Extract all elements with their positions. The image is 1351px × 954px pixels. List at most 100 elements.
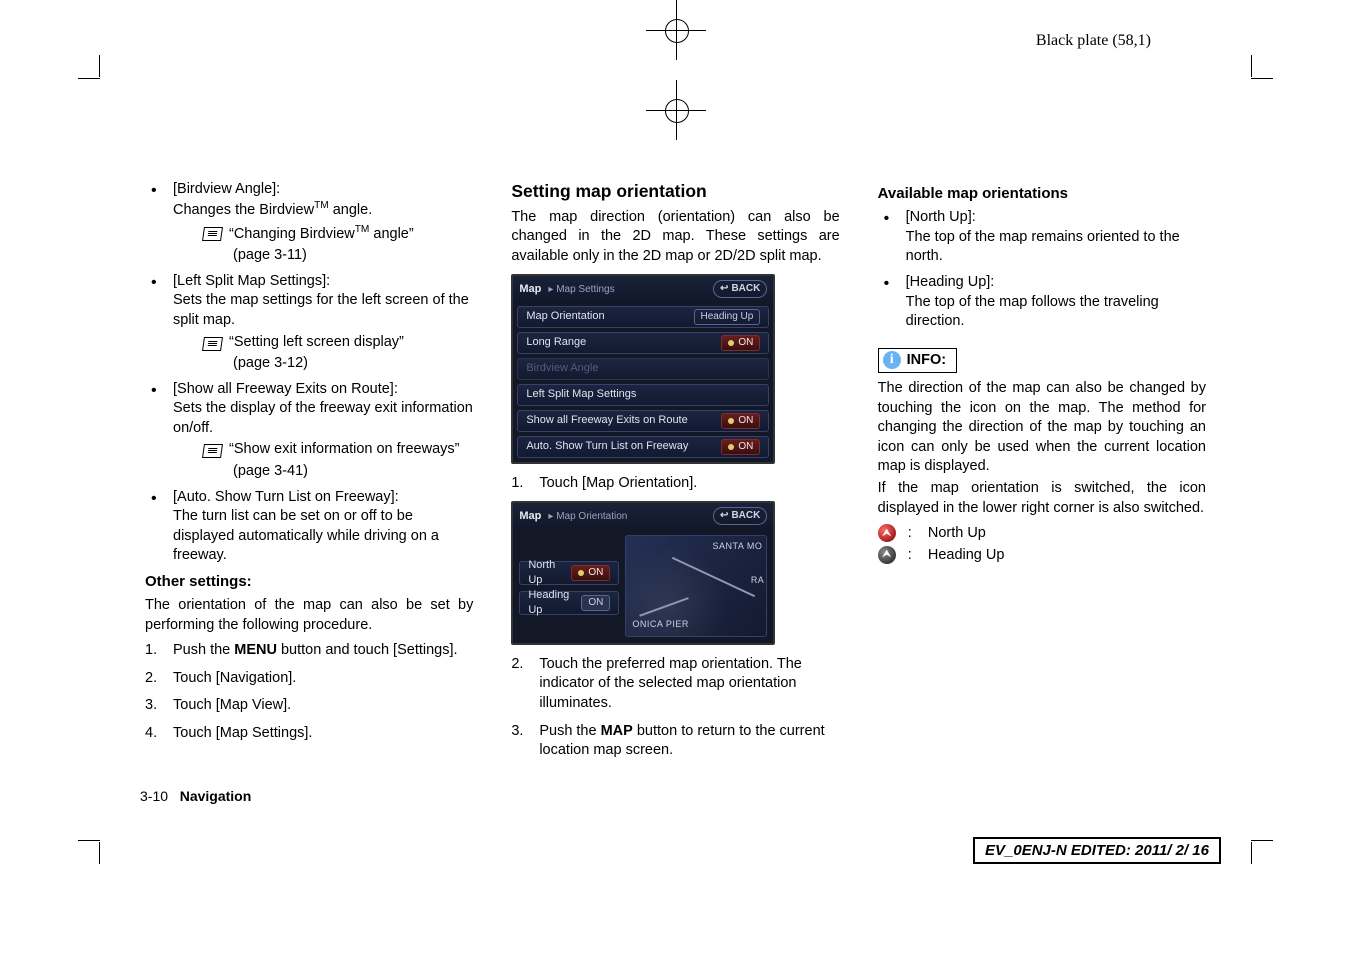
option-value: Heading Up [694,309,761,325]
column-right: Available map orientations [North Up]: T… [878,180,1206,779]
shot-title: Map [519,283,541,295]
item-title: [Left Split Map Settings]: [173,273,330,289]
heading-up-icon: ⮝ [878,546,896,564]
registration-mark-left [20,447,80,507]
step-text: Touch [Map Orientation]. [539,475,697,491]
step-text: Push the MENU button and touch [Settings… [173,642,458,658]
option-label: Auto. Show Turn List on Freeway [526,439,688,454]
option-value: ON [721,439,760,455]
list-item: [Auto. Show Turn List on Freeway]: The t… [145,488,473,566]
option-heading-up[interactable]: Heading Up ON [519,591,619,615]
list-item: [Birdview Angle]: Changes the BirdviewTM… [145,180,473,266]
item-title: [North Up]: [906,209,976,225]
reference-text: “Show exit information on freeways” [229,440,460,460]
shot-title: Map [519,510,541,522]
option-row-turn-list[interactable]: Auto. Show Turn List on Freeway ON [517,436,769,458]
shot-breadcrumb: ▸ Map Settings [548,284,614,295]
back-button[interactable]: ↩ BACK [713,280,767,298]
step-number: 2. [511,655,523,675]
orientation-icon-row: ⮝ : North Up [878,524,1206,544]
item-desc: The top of the map follows the traveling… [906,294,1159,330]
info-icon: i [883,351,901,369]
screenshot-map-orientation: Map ▸ Map Orientation ↩ BACK North Up ON… [511,501,775,645]
map-preview: SANTA MO ONICA PIER RA [625,535,767,637]
list-item: [Show all Freeway Exits on Route]: Sets … [145,380,473,482]
reference-icon [201,225,223,239]
info-callout: i INFO: [878,348,957,374]
option-row-birdview-angle: Birdview Angle [517,358,769,380]
option-label: Birdview Angle [526,361,598,376]
reference-page: (page 3-41) [173,462,473,482]
section-intro: The map direction (orientation) can also… [511,208,839,267]
option-label: Long Range [526,335,586,350]
item-desc: Changes the BirdviewTM angle. [173,202,372,218]
option-value: ON [571,565,610,581]
reference-page: (page 3-12) [173,354,473,374]
registration-mark-right [1271,447,1331,507]
page-footer: 3-10 Navigation [140,788,251,804]
item-title: [Auto. Show Turn List on Freeway]: [173,489,399,505]
info-paragraph: If the map orientation is switched, the … [878,479,1206,518]
step-text: Touch [Map Settings]. [173,725,312,741]
footer-section: Navigation [180,788,252,804]
list-item: [Left Split Map Settings]: Sets the map … [145,272,473,374]
item-title: [Show all Freeway Exits on Route]: [173,381,398,397]
item-desc: Sets the display of the freeway exit inf… [173,400,473,436]
step-item: 4. Touch [Map Settings]. [145,724,473,744]
reference-text: “Changing BirdviewTM angle” [229,223,414,244]
reference-text: “Setting left screen display” [229,333,404,353]
option-north-up[interactable]: North Up ON [519,561,619,585]
screenshot-map-settings: Map ▸ Map Settings ↩ BACK Map Orientatio… [511,274,775,464]
other-settings-desc: The orientation of the map can also be s… [145,596,473,635]
registration-mark-top [646,0,706,60]
icon-label: Heading Up [928,547,1005,563]
step-text: Push the MAP button to return to the cur… [539,723,824,759]
step-item: 1. Push the MENU button and touch [Setti… [145,641,473,661]
step-number: 3. [511,722,523,742]
back-button[interactable]: ↩ BACK [713,507,767,525]
column-center: Setting map orientation The map directio… [511,180,839,779]
map-label: SANTA MO [712,540,762,552]
option-value: ON [721,335,760,351]
option-row-map-orientation[interactable]: Map Orientation Heading Up [517,306,769,328]
list-item: [Heading Up]: The top of the map follows… [878,273,1206,332]
item-desc: Sets the map settings for the left scree… [173,292,469,328]
step-text: Touch the preferred map orientation. The… [539,656,802,711]
orientation-icon-row: ⮝ : Heading Up [878,546,1206,566]
info-paragraph: The direction of the map can also be cha… [878,379,1206,477]
reference-icon [201,335,223,349]
option-label: Show all Freeway Exits on Route [526,413,687,428]
other-settings-heading: Other settings: [145,572,473,592]
map-label: ONICA PIER [632,618,689,630]
map-label: RA [751,574,765,586]
option-row-freeway-exits[interactable]: Show all Freeway Exits on Route ON [517,410,769,432]
step-item: 3. Touch [Map View]. [145,696,473,716]
item-desc: The turn list can be set on or off to be… [173,508,439,563]
step-number: 4. [145,724,157,744]
shot-breadcrumb: ▸ Map Orientation [548,511,627,522]
step-text: Touch [Navigation]. [173,670,296,686]
option-row-long-range[interactable]: Long Range ON [517,332,769,354]
step-number: 1. [511,474,523,494]
step-item: 3. Push the MAP button to return to the … [511,722,839,761]
icon-label: North Up [928,525,986,541]
reference-page: (page 3-11) [173,246,473,266]
icon-colon: : [908,547,912,563]
option-label: Left Split Map Settings [526,387,636,402]
step-item: 2. Touch [Navigation]. [145,669,473,689]
edit-stamp: EV_0ENJ-N EDITED: 2011/ 2/ 16 [973,837,1221,864]
item-desc: The top of the map remains oriented to t… [906,229,1180,265]
north-up-icon: ⮝ [878,524,896,542]
item-title: [Heading Up]: [906,274,995,290]
option-label: Heading Up [528,588,581,618]
step-number: 1. [145,641,157,661]
page-content: [Birdview Angle]: Changes the BirdviewTM… [145,180,1206,779]
step-number: 3. [145,696,157,716]
info-label: INFO: [907,351,946,371]
column-left: [Birdview Angle]: Changes the BirdviewTM… [145,180,473,779]
plate-label: Black plate (58,1) [1036,32,1151,50]
item-title: [Birdview Angle]: [173,181,280,197]
option-value: ON [581,595,610,611]
step-text: Touch [Map View]. [173,697,291,713]
option-row-left-split[interactable]: Left Split Map Settings [517,384,769,406]
